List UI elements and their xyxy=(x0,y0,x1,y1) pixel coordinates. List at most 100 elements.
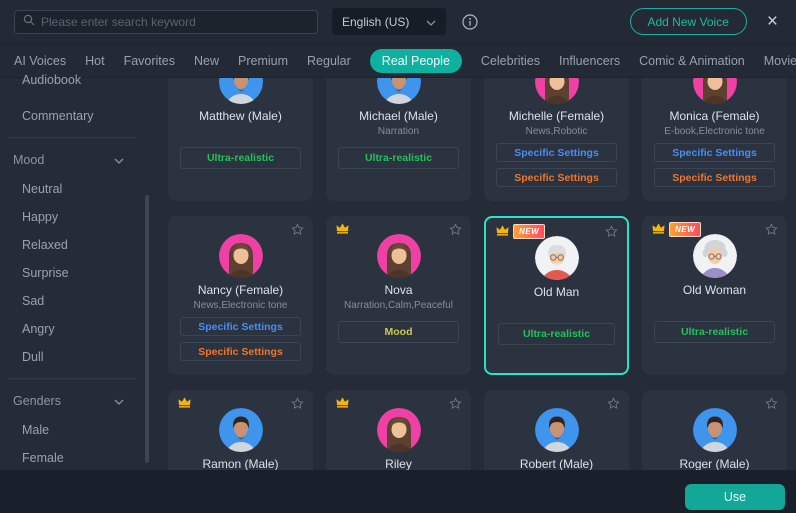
search-input[interactable] xyxy=(41,14,309,29)
voice-name: Ramon (Male) xyxy=(202,457,279,470)
sidebar-section-mood[interactable]: Mood xyxy=(0,145,150,175)
voice-card-michelle-female[interactable]: Michelle (Female) News,Robotic Specific … xyxy=(484,78,629,201)
mood-button[interactable]: Mood xyxy=(338,321,459,343)
close-icon[interactable]: × xyxy=(767,12,778,31)
new-badge: NEW xyxy=(513,224,546,239)
favorite-star-icon[interactable] xyxy=(291,397,304,410)
tab-regular[interactable]: Regular xyxy=(307,54,351,68)
voice-card-monica-female[interactable]: Monica (Female) E-book,Electronic tone S… xyxy=(642,78,787,201)
voice-card-old-man[interactable]: NEW Old Man Ultra-realistic xyxy=(484,216,629,375)
sidebar-item-relaxed[interactable]: Relaxed xyxy=(0,231,150,259)
voice-name: Roger (Male) xyxy=(679,457,750,470)
favorite-star-icon[interactable] xyxy=(605,225,618,238)
favorite-star-icon[interactable] xyxy=(449,223,462,236)
voice-name: Matthew (Male) xyxy=(199,109,282,123)
specific-settings-button[interactable]: Specific Settings xyxy=(180,342,301,361)
avatar-female-icon xyxy=(376,234,421,278)
ultra-realistic-button[interactable]: Ultra-realistic xyxy=(180,147,301,169)
voice-tags xyxy=(642,300,787,312)
ultra-realistic-button[interactable]: Ultra-realistic xyxy=(498,323,615,345)
tab-premium[interactable]: Premium xyxy=(238,54,288,68)
ultra-realistic-button[interactable]: Ultra-realistic xyxy=(338,147,459,169)
voice-tags xyxy=(486,302,627,314)
sidebar-item-angry[interactable]: Angry xyxy=(0,315,150,343)
bottom-bar: Use xyxy=(0,470,796,513)
specific-settings-button[interactable]: Specific Settings xyxy=(496,143,617,162)
sidebar-item-happy[interactable]: Happy xyxy=(0,203,150,231)
search-icon xyxy=(23,13,35,31)
premium-crown-icon xyxy=(652,223,665,234)
voice-buttons: Mood xyxy=(338,321,459,343)
favorite-star-icon[interactable] xyxy=(765,223,778,236)
voice-card-nancy-female[interactable]: Nancy (Female) News,Electronic tone Spec… xyxy=(168,216,313,375)
specific-settings-button[interactable]: Specific Settings xyxy=(654,143,775,162)
chevron-down-icon xyxy=(114,394,124,408)
voice-tags: Narration xyxy=(377,126,420,137)
voice-buttons: Specific Settings Specific Settings xyxy=(496,143,617,187)
voice-card-riley[interactable]: Riley xyxy=(326,390,471,470)
voice-name: Old Man xyxy=(533,285,580,299)
favorite-star-icon[interactable] xyxy=(449,397,462,410)
sidebar-item-female[interactable]: Female xyxy=(0,444,150,472)
voice-tags: Narration,Calm,Peaceful xyxy=(344,300,453,311)
sidebar-divider xyxy=(8,378,136,379)
sidebar-item-neutral[interactable]: Neutral xyxy=(0,175,150,203)
specific-settings-button[interactable]: Specific Settings xyxy=(496,168,617,187)
voice-buttons: Ultra-realistic xyxy=(654,321,775,343)
add-new-voice-button[interactable]: Add New Voice xyxy=(629,8,747,35)
tab-real-people[interactable]: Real People xyxy=(369,48,462,73)
sidebar-divider xyxy=(8,137,136,138)
language-selector[interactable]: English (US) xyxy=(332,8,446,35)
sidebar-item-audiobook[interactable]: Audiobook xyxy=(0,66,150,94)
favorite-star-icon[interactable] xyxy=(607,397,620,410)
avatar-female-icon xyxy=(376,408,421,452)
voice-name: Old Woman xyxy=(682,283,747,297)
tab-celebrities[interactable]: Celebrities xyxy=(481,54,540,68)
sidebar-section-genders[interactable]: Genders xyxy=(0,386,150,416)
sidebar-scrollbar[interactable] xyxy=(145,195,149,463)
sidebar-item-commentary[interactable]: Commentary xyxy=(0,102,150,130)
voice-card-michael-male[interactable]: Michael (Male) Narration Ultra-realistic xyxy=(326,78,471,201)
search-box[interactable] xyxy=(14,9,318,34)
premium-crown-icon xyxy=(336,223,349,234)
favorite-star-icon[interactable] xyxy=(291,223,304,236)
voice-tags: News,Robotic xyxy=(525,126,588,137)
sidebar-item-male[interactable]: Male xyxy=(0,416,150,444)
voice-grid-viewport: Matthew (Male) Ultra-realistic Michael (… xyxy=(150,78,796,470)
info-icon[interactable] xyxy=(462,13,478,30)
tab-movies-television[interactable]: Movies & Television xyxy=(764,54,796,68)
sidebar-item-dull[interactable]: Dull xyxy=(0,343,150,371)
voice-card-ramon-male[interactable]: Ramon (Male) xyxy=(168,390,313,470)
voice-card-matthew-male[interactable]: Matthew (Male) Ultra-realistic xyxy=(168,78,313,201)
avatar-oldman-icon xyxy=(534,236,579,280)
specific-settings-button[interactable]: Specific Settings xyxy=(180,317,301,336)
sidebar-item-surprise[interactable]: Surprise xyxy=(0,259,150,287)
voice-grid: Matthew (Male) Ultra-realistic Michael (… xyxy=(168,78,796,470)
voice-buttons: Ultra-realistic xyxy=(498,323,615,345)
voice-card-old-woman[interactable]: NEW Old Woman Ultra-realistic xyxy=(642,216,787,375)
sidebar-item-sad[interactable]: Sad xyxy=(0,287,150,315)
new-badge: NEW xyxy=(669,222,702,237)
avatar-male-icon xyxy=(534,408,579,452)
voice-name: Michael (Male) xyxy=(359,109,438,123)
tab-new[interactable]: New xyxy=(194,54,219,68)
voice-name: Robert (Male) xyxy=(519,457,594,470)
tab-influencers[interactable]: Influencers xyxy=(559,54,620,68)
voice-name: Monica (Female) xyxy=(669,109,760,123)
voice-card-roger-male[interactable]: Roger (Male) xyxy=(642,390,787,470)
tab-comic-animation[interactable]: Comic & Animation xyxy=(639,54,745,68)
avatar-male-icon xyxy=(376,78,421,104)
voice-card-nova[interactable]: Nova Narration,Calm,Peaceful Mood xyxy=(326,216,471,375)
use-button[interactable]: Use xyxy=(685,484,785,510)
premium-crown-icon xyxy=(336,397,349,408)
voice-card-robert-male[interactable]: Robert (Male) xyxy=(484,390,629,470)
voice-name: Nova xyxy=(384,283,413,297)
favorite-star-icon[interactable] xyxy=(765,397,778,410)
specific-settings-button[interactable]: Specific Settings xyxy=(654,168,775,187)
language-label: English (US) xyxy=(342,14,410,29)
ultra-realistic-button[interactable]: Ultra-realistic xyxy=(654,321,775,343)
chevron-down-icon xyxy=(114,153,124,167)
voice-buttons: Specific Settings Specific Settings xyxy=(180,317,301,361)
voice-name: Michelle (Female) xyxy=(508,109,605,123)
avatar-female-icon xyxy=(218,234,263,278)
